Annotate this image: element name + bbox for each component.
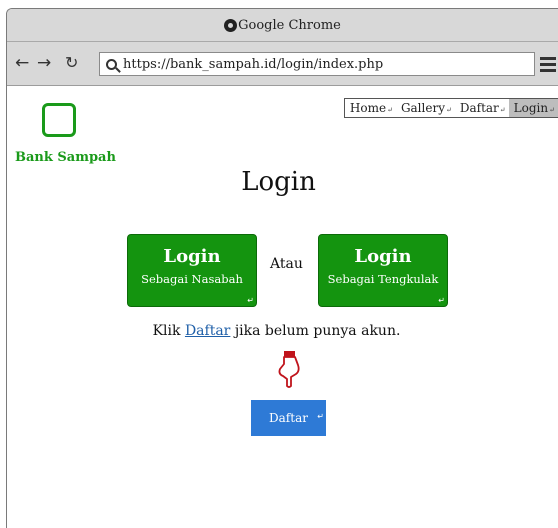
forward-arrow-icon[interactable]: → xyxy=(37,53,51,73)
nav-gallery[interactable]: Gallery↵ xyxy=(396,99,455,117)
address-bar[interactable]: https://bank_sampah.id/login/index.php xyxy=(99,52,535,76)
top-nav: Home↵ Gallery↵ Daftar↵ Login↵ xyxy=(343,98,558,118)
nav-daftar[interactable]: Daftar↵ xyxy=(455,99,509,117)
reload-icon[interactable]: ↻ xyxy=(65,53,78,73)
link-arrow-icon: ↵ xyxy=(499,106,506,114)
login-nasabah-button[interactable]: Login Sebagai Nasabah ↵ xyxy=(127,234,257,307)
browser-toolbar: ← → ↻ https://bank_sampah.id/login/index… xyxy=(7,42,558,86)
url-text: https://bank_sampah.id/login/index.php xyxy=(123,56,384,72)
link-arrow-icon: ↵ xyxy=(549,106,555,114)
link-arrow-icon: ↵ xyxy=(317,412,324,421)
logo-icon xyxy=(42,103,76,137)
back-arrow-icon[interactable]: ← xyxy=(15,53,29,73)
register-prompt: Klik Daftar jika belum punya akun. xyxy=(152,323,401,339)
daftar-link[interactable]: Daftar xyxy=(185,323,230,339)
link-arrow-icon: ↵ xyxy=(445,106,452,114)
separator-text: Atau xyxy=(270,256,303,272)
link-arrow-icon: ↵ xyxy=(438,296,445,305)
link-arrow-icon: ↵ xyxy=(247,296,254,305)
link-arrow-icon: ↵ xyxy=(387,106,393,114)
title-bar: Google Chrome xyxy=(7,9,558,42)
page-title: Login xyxy=(241,167,316,197)
menu-icon[interactable] xyxy=(540,57,556,75)
page-content: Bank Sampah Home↵ Gallery↵ Daftar↵ Login… xyxy=(7,87,558,528)
daftar-button[interactable]: Daftar ↵ xyxy=(251,400,326,436)
search-icon xyxy=(106,58,117,70)
pointing-hand-icon xyxy=(278,351,300,388)
brand-name: Bank Sampah xyxy=(15,150,116,165)
browser-window: Google Chrome ← → ↻ https://bank_sampah.… xyxy=(6,8,558,528)
chrome-logo-icon xyxy=(224,18,238,32)
login-tengkulak-button[interactable]: Login Sebagai Tengkulak ↵ xyxy=(318,234,448,307)
nav-home[interactable]: Home↵ xyxy=(345,99,396,117)
nav-login[interactable]: Login↵ xyxy=(508,99,558,117)
app-title: Google Chrome xyxy=(238,17,341,33)
